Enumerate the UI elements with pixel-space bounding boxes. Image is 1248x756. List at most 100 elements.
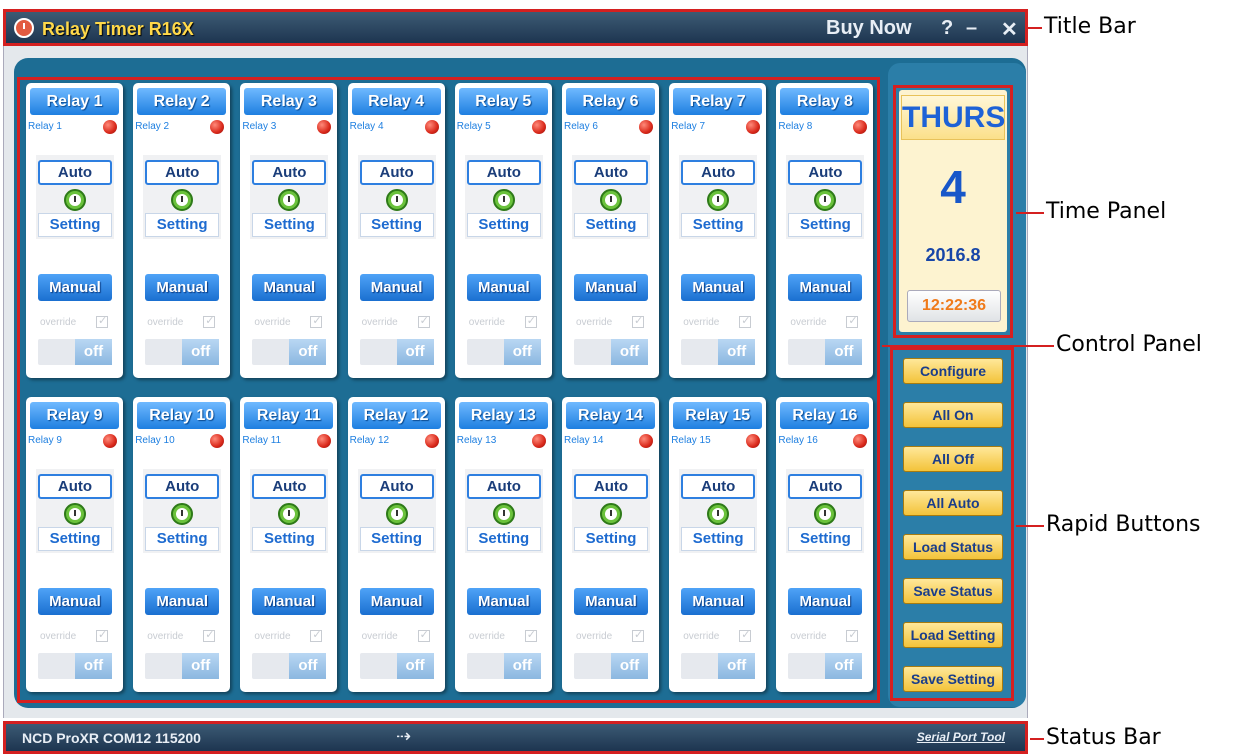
override-checkbox[interactable] [739,628,752,642]
setting-button[interactable]: Setting [252,213,327,237]
override-checkbox[interactable] [739,314,752,328]
override-checkbox[interactable] [310,628,323,642]
auto-button[interactable]: Auto [38,160,112,185]
relay-header[interactable]: Relay 11 [244,402,334,429]
setting-button[interactable]: Setting [145,213,220,237]
override-checkbox[interactable] [632,628,644,642]
setting-button[interactable]: Setting [145,527,220,551]
auto-button[interactable]: Auto [788,160,863,185]
relay-header[interactable]: Relay 2 [137,88,227,115]
override-checkbox[interactable] [417,628,430,642]
buy-now-button[interactable]: Buy Now [826,17,912,40]
alarm-clock-icon[interactable] [64,503,86,525]
setting-button[interactable]: Setting [466,213,541,237]
override-checkbox[interactable] [203,314,216,328]
setting-button[interactable]: Setting [681,527,756,551]
close-button[interactable]: ✕ [1001,17,1018,42]
override-checkbox[interactable] [310,314,323,328]
alarm-clock-icon[interactable] [600,503,622,525]
manual-button[interactable]: Manual [145,588,220,615]
relay-header[interactable]: Relay 14 [566,402,655,429]
on-off-toggle[interactable]: off [359,653,434,679]
auto-button[interactable]: Auto [574,474,648,499]
relay-header[interactable]: Relay 10 [137,402,227,429]
relay-header[interactable]: Relay 8 [780,88,870,115]
on-off-toggle[interactable]: off [252,339,327,365]
setting-button[interactable]: Setting [574,527,648,551]
override-checkbox[interactable] [96,628,108,642]
on-off-toggle[interactable]: off [466,339,541,365]
serial-port-tool-link[interactable]: Serial Port Tool [917,730,1005,744]
on-off-toggle[interactable]: off [359,339,434,365]
auto-button[interactable]: Auto [466,160,541,185]
auto-button[interactable]: Auto [681,474,756,499]
setting-button[interactable]: Setting [466,527,541,551]
on-off-toggle[interactable]: off [574,653,648,679]
rapid-button[interactable]: Save Status [903,578,1003,604]
override-checkbox[interactable] [846,314,859,328]
manual-button[interactable]: Manual [788,274,863,301]
rapid-button[interactable]: Load Setting [903,622,1003,648]
rapid-button[interactable]: Configure [903,358,1003,384]
on-off-toggle[interactable]: off [681,653,756,679]
relay-header[interactable]: Relay 12 [351,402,441,429]
auto-button[interactable]: Auto [574,160,648,185]
override-checkbox[interactable] [632,314,644,328]
auto-button[interactable]: Auto [145,160,220,185]
manual-button[interactable]: Manual [252,274,327,301]
rapid-button[interactable]: All On [903,402,1003,428]
manual-button[interactable]: Manual [681,588,756,615]
override-checkbox[interactable] [96,314,108,328]
relay-header[interactable]: Relay 16 [780,402,870,429]
rapid-button[interactable]: All Off [903,446,1003,472]
setting-button[interactable]: Setting [788,527,863,551]
auto-button[interactable]: Auto [359,474,434,499]
override-checkbox[interactable] [846,628,859,642]
on-off-toggle[interactable]: off [145,653,220,679]
relay-header[interactable]: Relay 9 [30,402,119,429]
on-off-toggle[interactable]: off [466,653,541,679]
auto-button[interactable]: Auto [252,474,327,499]
on-off-toggle[interactable]: off [145,339,220,365]
on-off-toggle[interactable]: off [681,339,756,365]
override-checkbox[interactable] [524,314,537,328]
auto-button[interactable]: Auto [681,160,756,185]
on-off-toggle[interactable]: off [574,339,648,365]
relay-header[interactable]: Relay 4 [351,88,441,115]
manual-button[interactable]: Manual [466,588,541,615]
manual-button[interactable]: Manual [145,274,220,301]
manual-button[interactable]: Manual [574,588,648,615]
on-off-toggle[interactable]: off [252,653,327,679]
auto-button[interactable]: Auto [359,160,434,185]
setting-button[interactable]: Setting [359,213,434,237]
alarm-clock-icon[interactable] [64,189,86,211]
alarm-clock-icon[interactable] [600,189,622,211]
auto-button[interactable]: Auto [466,474,541,499]
relay-header[interactable]: Relay 7 [673,88,763,115]
on-off-toggle[interactable]: off [38,339,112,365]
rapid-button[interactable]: All Auto [903,490,1003,516]
manual-button[interactable]: Manual [466,274,541,301]
manual-button[interactable]: Manual [681,274,756,301]
setting-button[interactable]: Setting [252,527,327,551]
manual-button[interactable]: Manual [38,588,112,615]
help-button[interactable]: ? [941,17,953,40]
auto-button[interactable]: Auto [788,474,863,499]
setting-button[interactable]: Setting [788,213,863,237]
rapid-button[interactable]: Load Status [903,534,1003,560]
manual-button[interactable]: Manual [359,588,434,615]
auto-button[interactable]: Auto [252,160,327,185]
relay-header[interactable]: Relay 3 [244,88,334,115]
override-checkbox[interactable] [417,314,430,328]
manual-button[interactable]: Manual [252,588,327,615]
alarm-clock-icon[interactable] [492,189,515,211]
auto-button[interactable]: Auto [145,474,220,499]
setting-button[interactable]: Setting [359,527,434,551]
alarm-clock-icon[interactable] [385,189,408,211]
setting-button[interactable]: Setting [38,527,112,551]
on-off-toggle[interactable]: off [788,339,863,365]
on-off-toggle[interactable]: off [788,653,863,679]
on-off-toggle[interactable]: off [38,653,112,679]
rapid-button[interactable]: Save Setting [903,666,1003,692]
manual-button[interactable]: Manual [359,274,434,301]
